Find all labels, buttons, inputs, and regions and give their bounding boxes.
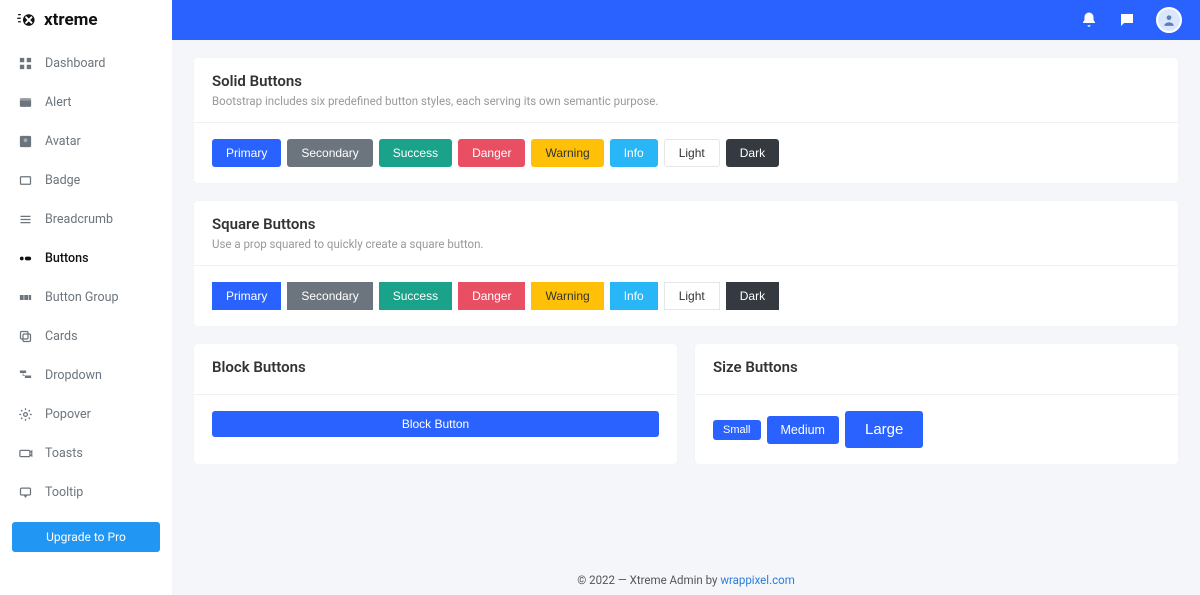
alert-icon bbox=[18, 95, 33, 110]
sidebar-item-label: Button Group bbox=[45, 290, 119, 305]
sidebar-item-buttons[interactable]: Buttons bbox=[0, 239, 172, 278]
sidebar-item-label: Tooltip bbox=[45, 485, 83, 500]
secondary-button[interactable]: Secondary bbox=[287, 139, 372, 167]
dashboard-icon bbox=[18, 56, 33, 71]
sidebar-item-tooltip[interactable]: Tooltip bbox=[0, 473, 172, 512]
primary-square-button[interactable]: Primary bbox=[212, 282, 281, 310]
sidebar-item-button-group[interactable]: Button Group bbox=[0, 278, 172, 317]
size-buttons-card: Size Buttons Small Medium Large bbox=[695, 344, 1178, 464]
block-buttons-card: Block Buttons Block Button bbox=[194, 344, 677, 464]
solid-buttons-card: Solid Buttons Bootstrap includes six pre… bbox=[194, 58, 1178, 183]
sidebar-item-label: Buttons bbox=[45, 251, 89, 266]
light-square-button[interactable]: Light bbox=[664, 282, 720, 310]
button-group-icon bbox=[18, 290, 33, 305]
sidebar-item-popover[interactable]: Popover bbox=[0, 395, 172, 434]
info-square-button[interactable]: Info bbox=[610, 282, 658, 310]
card-title: Block Buttons bbox=[212, 358, 659, 376]
sidebar-item-label: Dropdown bbox=[45, 368, 102, 383]
secondary-square-button[interactable]: Secondary bbox=[287, 282, 372, 310]
sidebar-item-toasts[interactable]: Toasts bbox=[0, 434, 172, 473]
primary-button[interactable]: Primary bbox=[212, 139, 281, 167]
logo-icon bbox=[16, 12, 38, 28]
warning-button[interactable]: Warning bbox=[531, 139, 603, 167]
sidebar-item-avatar[interactable]: Avatar bbox=[0, 122, 172, 161]
buttons-icon bbox=[18, 251, 33, 266]
badge-icon bbox=[18, 173, 33, 188]
light-button[interactable]: Light bbox=[664, 139, 720, 167]
tooltip-icon bbox=[18, 485, 33, 500]
card-subtitle: Use a prop squared to quickly create a s… bbox=[212, 237, 1160, 251]
main-content: Solid Buttons Bootstrap includes six pre… bbox=[172, 40, 1200, 595]
toasts-icon bbox=[18, 446, 33, 461]
sidebar-item-dashboard[interactable]: Dashboard bbox=[0, 44, 172, 83]
dropdown-icon bbox=[18, 368, 33, 383]
footer: © 2022 — Xtreme Admin by wrappixel.com bbox=[172, 565, 1200, 595]
sidebar-item-label: Avatar bbox=[45, 134, 81, 149]
sidebar-item-label: Dashboard bbox=[45, 56, 105, 71]
card-title: Solid Buttons bbox=[212, 72, 1160, 90]
sidebar-item-label: Breadcrumb bbox=[45, 212, 113, 227]
bell-icon[interactable] bbox=[1080, 11, 1098, 29]
popover-icon bbox=[18, 407, 33, 422]
danger-button[interactable]: Danger bbox=[458, 139, 525, 167]
sidebar-item-alert[interactable]: Alert bbox=[0, 83, 172, 122]
warning-square-button[interactable]: Warning bbox=[531, 282, 603, 310]
sidebar-item-label: Badge bbox=[45, 173, 80, 188]
footer-link[interactable]: wrappixel.com bbox=[720, 573, 794, 587]
sidebar: Dashboard Alert Avatar Badge Breadcrumb … bbox=[0, 40, 172, 595]
success-square-button[interactable]: Success bbox=[379, 282, 452, 310]
upgrade-button[interactable]: Upgrade to Pro bbox=[12, 522, 160, 552]
square-buttons-card: Square Buttons Use a prop squared to qui… bbox=[194, 201, 1178, 326]
footer-text: © 2022 — Xtreme Admin by bbox=[577, 573, 720, 587]
sidebar-item-label: Cards bbox=[45, 329, 78, 344]
card-title: Square Buttons bbox=[212, 215, 1160, 233]
card-title: Size Buttons bbox=[713, 358, 1160, 376]
topbar-actions bbox=[172, 0, 1200, 40]
sidebar-item-label: Toasts bbox=[45, 446, 83, 461]
danger-square-button[interactable]: Danger bbox=[458, 282, 525, 310]
large-button[interactable]: Large bbox=[845, 411, 923, 448]
dark-square-button[interactable]: Dark bbox=[726, 282, 779, 310]
success-button[interactable]: Success bbox=[379, 139, 452, 167]
brand-name: xtreme bbox=[44, 10, 98, 30]
user-avatar[interactable] bbox=[1156, 7, 1182, 33]
cards-icon bbox=[18, 329, 33, 344]
sidebar-item-breadcrumb[interactable]: Breadcrumb bbox=[0, 200, 172, 239]
avatar-icon bbox=[18, 134, 33, 149]
info-button[interactable]: Info bbox=[610, 139, 658, 167]
sidebar-item-cards[interactable]: Cards bbox=[0, 317, 172, 356]
logo-area[interactable]: xtreme bbox=[0, 0, 172, 40]
sidebar-item-label: Popover bbox=[45, 407, 91, 422]
small-button[interactable]: Small bbox=[713, 420, 761, 440]
medium-button[interactable]: Medium bbox=[767, 416, 839, 444]
sidebar-item-badge[interactable]: Badge bbox=[0, 161, 172, 200]
topbar: xtreme bbox=[0, 0, 1200, 40]
sidebar-item-dropdown[interactable]: Dropdown bbox=[0, 356, 172, 395]
dark-button[interactable]: Dark bbox=[726, 139, 779, 167]
block-button[interactable]: Block Button bbox=[212, 411, 659, 437]
card-subtitle: Bootstrap includes six predefined button… bbox=[212, 94, 1160, 108]
sidebar-item-label: Alert bbox=[45, 95, 71, 110]
chat-icon[interactable] bbox=[1118, 11, 1136, 29]
breadcrumb-icon bbox=[18, 212, 33, 227]
